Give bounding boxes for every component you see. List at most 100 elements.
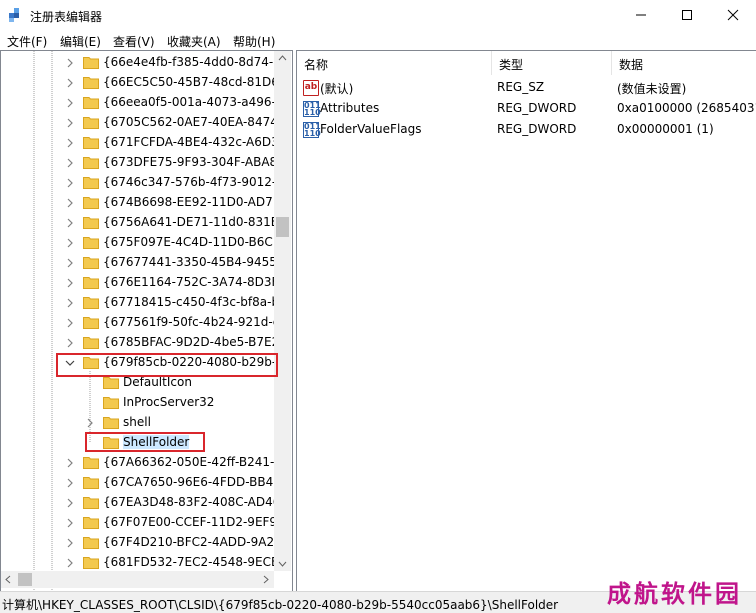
close-button[interactable] [710,0,756,30]
tree-item[interactable]: {67CA7650-96E6-4FDD-BB43- [1,473,285,493]
maximize-button[interactable] [664,0,710,30]
chevron-right-icon[interactable] [65,458,75,468]
tree-item[interactable]: {6756A641-DE71-11d0-831B- [1,213,283,233]
tree-item[interactable]: {67718415-c450-4f3c-bf8a-b4 [1,293,287,313]
string-value-icon: ab [303,80,319,96]
menu-bar: 文件(F) 编辑(E) 查看(V) 收藏夹(A) 帮助(H) [0,30,756,50]
tree-item-label: {674B6698-EE92-11D0-AD71- [103,195,285,209]
chevron-right-icon[interactable] [65,538,75,548]
tree-item[interactable]: {6785BFAC-9D2D-4be5-B7E2- [1,333,284,353]
tree-item[interactable]: {677561f9-50fc-4b24-921d-ea [1,313,288,333]
scroll-left-icon[interactable] [5,575,11,584]
tree-item[interactable]: {67A66362-050E-42ff-B241-82 [1,453,290,473]
tree-horizontal-scrollbar[interactable] [1,571,274,588]
tree-item-label: {676E1164-752C-3A74-8D3F-E [103,275,291,289]
chevron-right-icon[interactable] [65,478,75,488]
chevron-right-icon[interactable] [65,298,75,308]
tree-item[interactable]: InProcServer32 [1,393,277,413]
value-row[interactable]: 011 110 Attributes REG_DWORD 0xa0100000 (… [297,98,756,119]
folder-icon [83,117,99,129]
tree-item[interactable]: {674B6698-EE92-11D0-AD71- [1,193,285,213]
chevron-right-icon[interactable] [65,198,75,208]
tree-item-label: {67718415-c450-4f3c-bf8a-b4 [103,295,287,309]
menu-help[interactable]: 帮助(H) [233,33,275,50]
tree-item[interactable]: {673DFE75-9F93-304F-ABA8-D [1,153,291,173]
folder-icon [83,197,99,209]
folder-icon [83,137,99,149]
folder-icon [83,297,99,309]
tree-item-label: {67F4D210-BFC2-4ADD-9A2A- [103,535,287,549]
tree-item[interactable]: {67F07E00-CCEF-11D2-9EF9-0 [1,513,289,533]
folder-icon [103,417,119,429]
tree-item[interactable]: {676E1164-752C-3A74-8D3F-E [1,273,290,293]
menu-edit[interactable]: 编辑(E) [60,33,101,50]
folder-icon [83,557,99,569]
chevron-right-icon[interactable] [65,218,75,228]
tree-item[interactable]: {66EC5C50-45B7-48cd-81D6- [1,73,283,93]
scroll-down-icon[interactable] [278,561,287,567]
chevron-right-icon[interactable] [65,258,75,268]
tree-vscroll-thumb[interactable] [276,217,289,237]
tree-item[interactable]: {66eea0f5-001a-4073-a496-78 [1,93,291,113]
minimize-button[interactable] [618,0,664,30]
chevron-right-icon[interactable] [65,238,75,248]
tree-vertical-scrollbar[interactable] [274,51,291,571]
tree-item[interactable]: {67EA3D48-83F2-408C-AD46- [1,493,285,513]
tree-item[interactable]: shell [1,413,277,433]
chevron-right-icon[interactable] [65,518,75,528]
watermark: 成航软件园 [607,580,742,608]
value-row[interactable]: 011 110 FolderValueFlags REG_DWORD 0x0000… [297,119,756,140]
value-row[interactable]: ab (默认) REG_SZ (数值未设置) [297,77,756,98]
menu-favorites[interactable]: 收藏夹(A) [167,33,221,50]
regedit-app-icon[interactable] [8,7,24,23]
folder-icon [83,97,99,109]
folder-icon [83,57,99,69]
folder-icon [103,397,119,409]
close-icon [727,9,739,21]
tree-item-label: {6756A641-DE71-11d0-831B- [103,215,284,229]
registry-tree[interactable]: {66e4e4fb-f385-4dd0-8d74-a {66EC5C50-45B7… [1,51,292,591]
tree-item-label: shell [123,415,151,429]
column-header-name[interactable]: 名称 [297,51,492,75]
tree-item-label: {673DFE75-9F93-304F-ABA8-D [103,155,291,169]
values-list[interactable]: 名称 类型 数据 ab (默认) REG_SZ (数值未设置) 011 110 A… [297,51,756,591]
chevron-right-icon[interactable] [65,498,75,508]
menu-view[interactable]: 查看(V) [113,33,155,50]
chevron-right-icon[interactable] [65,138,75,148]
chevron-right-icon[interactable] [65,118,75,128]
menu-file[interactable]: 文件(F) [7,33,47,50]
chevron-right-icon[interactable] [65,278,75,288]
chevron-right-icon[interactable] [65,178,75,188]
chevron-right-icon[interactable] [65,78,75,88]
tree-item-label: DefaultIcon [123,375,192,389]
chevron-right-icon[interactable] [85,418,95,428]
tree-item[interactable]: {67677441-3350-45B4-9455-4 [1,253,289,273]
tree-item-label: {66eea0f5-001a-4073-a496-78 [103,95,292,109]
chevron-right-icon[interactable] [65,58,75,68]
tree-item[interactable]: {67F4D210-BFC2-4ADD-9A2A- [1,533,286,553]
highlight-box-shellfolder [85,432,205,452]
scroll-right-icon[interactable] [263,575,269,584]
binary-value-icon: 011 110 [303,122,321,138]
tree-item[interactable]: {671FCFDA-4BE4-432c-A6D3- [1,133,283,153]
tree-item-label: {6785BFAC-9D2D-4be5-B7E2- [103,335,284,349]
chevron-right-icon[interactable] [65,558,75,568]
scroll-up-icon[interactable] [278,55,287,61]
chevron-right-icon[interactable] [65,98,75,108]
folder-icon [83,177,99,189]
chevron-right-icon[interactable] [65,158,75,168]
tree-item-label: {6705C562-0AE7-40EA-8474-F [103,115,290,129]
tree-item[interactable]: {6746c347-576b-4f73-9012-cc [1,173,289,193]
tree-hscroll-thumb[interactable] [18,573,32,586]
tree-item-label: InProcServer32 [123,395,215,409]
tree-item[interactable]: {675F097E-4C4D-11D0-B6C1- [1,233,285,253]
column-header-data[interactable]: 数据 [612,51,756,75]
column-header-type[interactable]: 类型 [492,51,612,75]
folder-icon [83,497,99,509]
tree-item[interactable]: {681FD532-7EC2-4548-9ECE-4 [1,553,291,573]
chevron-right-icon[interactable] [65,318,75,328]
tree-item[interactable]: {6705C562-0AE7-40EA-8474-F [1,113,289,133]
chevron-right-icon[interactable] [65,338,75,348]
tree-item[interactable]: {66e4e4fb-f385-4dd0-8d74-a [1,53,281,73]
tree-item-label: {675F097E-4C4D-11D0-B6C1- [103,235,285,249]
